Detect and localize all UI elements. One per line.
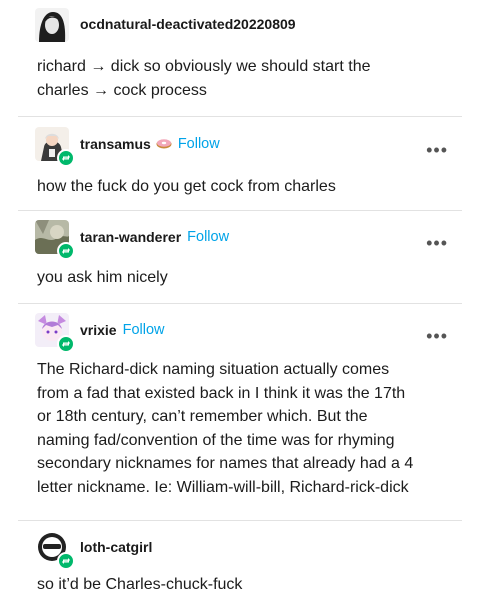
reblog-icon	[57, 149, 75, 167]
post-body: how the fuck do you get cock from charle…	[37, 175, 457, 199]
post-body: richard → dick so obviously we should st…	[37, 55, 457, 103]
post-header: transamus Follow	[80, 136, 220, 152]
username[interactable]: ocdnatural-deactivated20220809	[80, 16, 296, 32]
post-body: so it’d be Charles-chuck-fuck	[37, 573, 457, 597]
donut-icon	[156, 136, 172, 152]
more-options-icon[interactable]: •••	[426, 234, 448, 252]
post-header: taran-wanderer Follow	[80, 229, 229, 245]
follow-button[interactable]: Follow	[123, 322, 165, 338]
divider	[18, 303, 462, 304]
follow-button[interactable]: Follow	[178, 136, 220, 152]
body-line: letter nickname. Ie: William-will-bill, …	[37, 478, 409, 496]
follow-button[interactable]: Follow	[187, 229, 229, 245]
reblog-icon	[57, 335, 75, 353]
body-line: secondary nicknames for names that alrea…	[37, 455, 414, 473]
avatar[interactable]	[35, 8, 69, 42]
post-header: vrixie Follow	[80, 322, 165, 338]
body-line: The Richard-dick naming situation actual…	[37, 361, 390, 378]
body-line: from a fad that existed back in I think …	[37, 384, 406, 402]
username[interactable]: taran-wanderer	[80, 229, 181, 245]
username[interactable]: vrixie	[80, 322, 117, 338]
reblog-icon	[57, 552, 75, 570]
more-options-icon[interactable]: •••	[426, 327, 448, 345]
post-body: The Richard-dick naming situation actual…	[37, 358, 457, 500]
more-options-icon[interactable]: •••	[426, 141, 448, 159]
divider	[18, 210, 462, 211]
body-line: how the fuck do you get cock from charle…	[37, 178, 336, 195]
body-line: charles → cock process	[37, 82, 207, 99]
body-line: so it’d be Charles-chuck-fuck	[37, 576, 243, 593]
divider	[18, 520, 462, 521]
post-header: loth-catgirl	[80, 539, 152, 555]
body-line: or 18th century, can’t remember which. B…	[37, 408, 368, 426]
divider	[18, 116, 462, 117]
body-line: naming fad/convention of the time was fo…	[37, 431, 395, 449]
body-line: richard → dick so obviously we should st…	[37, 58, 371, 75]
username[interactable]: transamus	[80, 136, 151, 152]
post-header: ocdnatural-deactivated20220809	[80, 16, 296, 32]
reblog-thread: ocdnatural-deactivated20220809 richard →…	[0, 0, 480, 600]
body-line: you ask him nicely	[37, 269, 168, 286]
post-body: you ask him nicely	[37, 266, 457, 290]
reblog-icon	[57, 242, 75, 260]
username[interactable]: loth-catgirl	[80, 539, 152, 555]
